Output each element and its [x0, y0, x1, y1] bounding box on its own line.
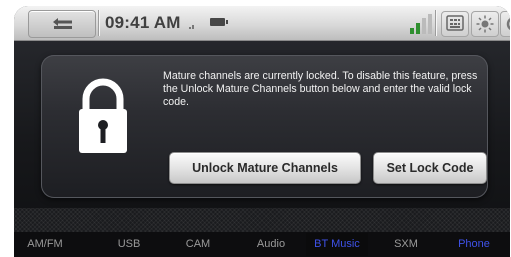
set-lock-code-button[interactable]: Set Lock Code: [373, 152, 487, 184]
tab-cam[interactable]: CAM: [175, 233, 221, 256]
lock-message: Mature channels are currently locked. To…: [163, 70, 478, 108]
signal-icon: [410, 14, 432, 34]
bottom-nav: AM/FM USB CAM Audio BT Music SXM Phone: [14, 232, 510, 257]
settings-icon: [506, 17, 510, 31]
lock-dialog: Mature channels are currently locked. To…: [41, 55, 488, 198]
unlock-mature-channels-button[interactable]: Unlock Mature Channels: [169, 152, 361, 184]
brightness-icon: [476, 15, 494, 33]
tab-usb[interactable]: USB: [106, 233, 152, 256]
padlock-icon: [79, 78, 127, 153]
tab-am-fm[interactable]: AM/FM: [14, 233, 76, 256]
back-button[interactable]: [28, 10, 96, 38]
status-bar: 09:41 AM: [14, 6, 510, 41]
status-separator: [435, 10, 436, 36]
brightness-button[interactable]: [471, 11, 499, 37]
tab-bt-music[interactable]: BT Music: [306, 233, 368, 256]
head-unit-screen: 09:41 AM Mature channels are currently l…: [14, 6, 510, 257]
background-texture: [14, 208, 510, 232]
settings-button[interactable]: [500, 11, 510, 37]
mini-signal-icon: [189, 25, 194, 29]
clock: 09:41 AM: [105, 13, 181, 32]
keypad-button[interactable]: [441, 11, 469, 37]
status-separator: [98, 10, 99, 36]
battery-icon: [210, 18, 228, 26]
keypad-icon: [446, 15, 464, 31]
back-arrow-icon: [53, 18, 72, 29]
tab-sxm[interactable]: SXM: [383, 233, 429, 256]
tab-phone[interactable]: Phone: [446, 233, 502, 256]
tab-audio[interactable]: Audio: [243, 233, 299, 256]
